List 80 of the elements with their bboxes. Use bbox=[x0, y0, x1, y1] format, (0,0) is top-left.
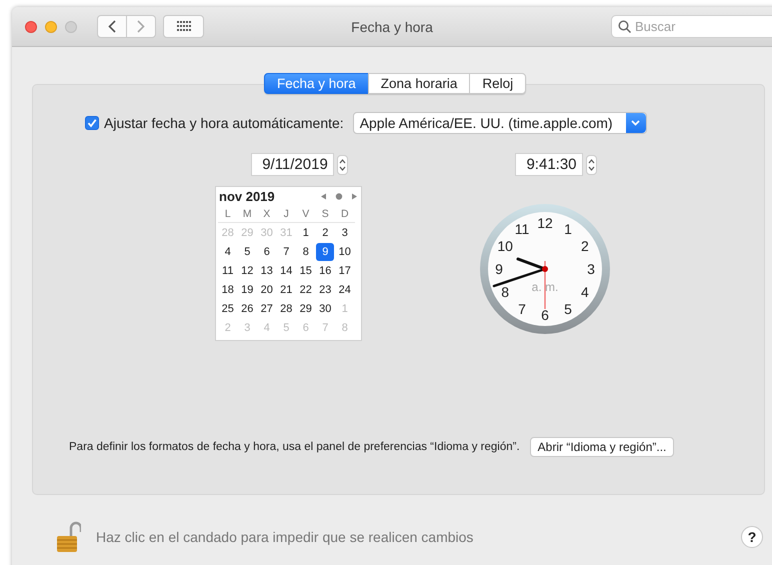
calendar-day[interactable]: 12 bbox=[238, 262, 256, 280]
padlock-icon[interactable] bbox=[57, 521, 81, 553]
calendar-day[interactable]: 22 bbox=[296, 281, 315, 299]
clock-number: 4 bbox=[580, 284, 589, 300]
time-field[interactable]: 9:41:30 bbox=[515, 153, 583, 176]
calendar-day[interactable]: 3 bbox=[336, 224, 354, 242]
weekday-label: D bbox=[335, 206, 354, 223]
search-icon bbox=[618, 20, 631, 33]
weekday-label: X bbox=[257, 206, 276, 223]
weekday-label: M bbox=[238, 206, 257, 223]
calendar-day[interactable]: 13 bbox=[258, 262, 276, 280]
calendar-day[interactable]: 4 bbox=[218, 243, 237, 261]
checkbox-label: Ajustar fecha y hora automáticamente: bbox=[104, 115, 344, 131]
minimize-button[interactable] bbox=[45, 20, 57, 32]
calendar-day[interactable]: 10 bbox=[336, 243, 354, 261]
chevron-right-icon bbox=[137, 20, 145, 33]
grid-icon bbox=[176, 21, 190, 32]
month-nav-icon[interactable] bbox=[320, 192, 358, 201]
clock-number: 11 bbox=[514, 221, 530, 238]
calendar-day[interactable]: 11 bbox=[218, 262, 237, 280]
second-hand bbox=[544, 261, 546, 309]
calendar-day[interactable]: 9 bbox=[316, 243, 334, 261]
weekday-label: J bbox=[276, 206, 296, 223]
clock-number: 12 bbox=[537, 215, 553, 231]
clock-number: 3 bbox=[587, 261, 595, 277]
calendar-day[interactable]: 14 bbox=[277, 262, 296, 280]
calendar-day[interactable]: 7 bbox=[277, 243, 296, 261]
calendar-day[interactable]: 30 bbox=[316, 300, 334, 318]
calendar-day[interactable]: 19 bbox=[238, 281, 256, 299]
search-field[interactable]: Buscar bbox=[611, 15, 772, 38]
window-title: Fecha y hora bbox=[351, 18, 433, 34]
date-stepper[interactable] bbox=[336, 154, 348, 174]
clock-number: 8 bbox=[501, 284, 510, 300]
search-input[interactable]: Buscar bbox=[635, 19, 772, 34]
formats-hint: Para definir los formatos de fecha y hora, usa el panel de preferencias “Idioma y región”. bbox=[69, 441, 520, 453]
tab[interactable]: Fecha y hora bbox=[264, 73, 369, 94]
back-button[interactable] bbox=[97, 15, 127, 38]
server-dropdown[interactable]: Apple América/EE. UU. (time.apple.com) bbox=[352, 112, 647, 134]
checkbox[interactable] bbox=[85, 116, 99, 130]
calendar-day[interactable]: 5 bbox=[238, 243, 256, 261]
tab[interactable]: Zona horaria bbox=[368, 73, 470, 94]
weekday-label: S bbox=[316, 206, 335, 223]
calendar-day[interactable]: 18 bbox=[218, 281, 237, 299]
calendar-day[interactable]: 21 bbox=[277, 281, 296, 299]
calendar-day[interactable]: 29 bbox=[296, 300, 315, 318]
calendar-day[interactable]: 24 bbox=[336, 281, 354, 299]
clock-number: 2 bbox=[580, 238, 589, 254]
calendar-day[interactable]: 26 bbox=[238, 300, 256, 318]
calendar-day[interactable]: 17 bbox=[336, 262, 354, 280]
calendar-day[interactable]: 16 bbox=[316, 262, 334, 280]
help-button[interactable]: ? bbox=[741, 526, 763, 548]
calendar-day[interactable]: 20 bbox=[258, 281, 276, 299]
caret-icon bbox=[631, 120, 640, 126]
weekday-label: L bbox=[218, 206, 238, 223]
calendar-day[interactable]: 23 bbox=[316, 281, 334, 299]
open-language-region-button[interactable]: Abrir “Idioma y región”... bbox=[530, 437, 674, 457]
close-button[interactable] bbox=[25, 20, 37, 32]
time-stepper[interactable] bbox=[586, 154, 597, 174]
month-label: nov 2019 bbox=[219, 189, 275, 204]
clock-number: 6 bbox=[541, 307, 549, 323]
clock-number: 5 bbox=[564, 300, 572, 317]
weekday-label: V bbox=[296, 206, 316, 223]
clock-number: 1 bbox=[564, 221, 572, 238]
calendar-day[interactable]: 28 bbox=[277, 300, 296, 318]
date-field[interactable]: 9/11/2019 bbox=[251, 153, 334, 176]
chevron-left-icon bbox=[108, 20, 116, 33]
calendar-day[interactable]: 2 bbox=[316, 224, 334, 242]
calendar-day[interactable]: 15 bbox=[296, 262, 315, 280]
clock-number: 9 bbox=[495, 261, 503, 277]
calendar-day[interactable]: 6 bbox=[258, 243, 276, 261]
tab[interactable]: Reloj bbox=[469, 73, 526, 94]
show-all-button[interactable] bbox=[163, 15, 204, 38]
lock-hint: Haz clic en el candado para impedir que se realicen cambios bbox=[96, 529, 474, 545]
calendar-day[interactable]: 25 bbox=[218, 300, 237, 318]
clock-number: 7 bbox=[518, 300, 526, 317]
calendar-day[interactable]: 1 bbox=[296, 224, 315, 242]
calendar-day[interactable]: 8 bbox=[296, 243, 315, 261]
calendar-day[interactable]: 27 bbox=[258, 300, 276, 318]
period-label: a. m. bbox=[532, 280, 558, 294]
clock-number: 10 bbox=[497, 238, 513, 254]
